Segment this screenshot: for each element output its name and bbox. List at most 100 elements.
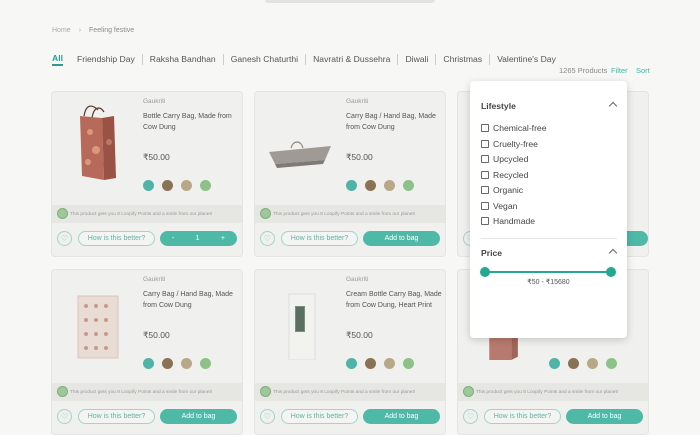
filter-panel: Lifestyle Chemical-free Cruelty-free Upc… [470, 81, 627, 338]
heart-icon[interactable]: ♡ [463, 409, 478, 424]
price-slider-max-handle[interactable] [606, 267, 616, 277]
sort-button[interactable]: Sort [636, 66, 650, 75]
add-to-bag-button[interactable]: Add to bag [363, 409, 440, 424]
tab-diwali[interactable]: Diwali [398, 54, 437, 65]
filter-option-organic[interactable]: Organic [481, 185, 523, 195]
eco-badge-icon [384, 180, 395, 191]
quantity-value: 1 [195, 235, 200, 242]
product-price: ₹50.00 [346, 152, 373, 162]
heart-icon[interactable]: ♡ [260, 231, 275, 246]
product-title[interactable]: Bottle Carry Bag, Made from Cow Dung [143, 111, 239, 133]
tab-ganesh-chaturthi[interactable]: Ganesh Chaturthi [224, 54, 307, 65]
price-slider-track[interactable] [485, 271, 611, 273]
product-image[interactable] [62, 102, 132, 182]
eco-badge-icon [346, 358, 357, 369]
option-label: Recycled [493, 170, 529, 180]
product-title[interactable]: Cream Bottle Carry Bag, Made from Cow Du… [346, 289, 442, 311]
product-card[interactable]: Gaukriti Bottle Carry Bag, Made from Cow… [51, 91, 243, 257]
product-card[interactable]: Gaukriti Cream Bottle Carry Bag, Made fr… [254, 269, 446, 435]
filter-option-cruelty-free[interactable]: Cruelty-free [481, 139, 538, 149]
how-is-this-better-button[interactable]: How is this better? [78, 409, 155, 424]
chevron-up-icon[interactable] [608, 101, 618, 111]
eco-badge-icon [200, 180, 211, 191]
eco-badge-icon [181, 180, 192, 191]
product-price: ₹50.00 [143, 152, 170, 162]
breadcrumb: Home › Feeling festive [52, 27, 134, 34]
tab-christmas[interactable]: Christmas [436, 54, 491, 65]
tab-friendship-day[interactable]: Friendship Day [70, 54, 143, 65]
how-is-this-better-button[interactable]: How is this better? [281, 409, 358, 424]
decrease-button[interactable]: - [172, 235, 174, 242]
product-brand: Gaukriti [143, 276, 166, 283]
price-title[interactable]: Price [481, 248, 502, 258]
how-is-this-better-button[interactable]: How is this better? [484, 409, 561, 424]
heart-icon[interactable]: ♡ [260, 409, 275, 424]
product-image[interactable] [62, 280, 132, 360]
filter-option-vegan[interactable]: Vegan [481, 201, 517, 211]
product-count: 1265 Products [559, 66, 608, 75]
increase-button[interactable]: + [221, 235, 225, 242]
checkbox[interactable] [481, 217, 489, 225]
add-to-bag-button[interactable]: Add to bag [160, 409, 237, 424]
tab-valentines-day[interactable]: Valentine's Day [490, 54, 563, 65]
tab-navratri-dussehra[interactable]: Navratri & Dussehra [306, 54, 399, 65]
option-label: Handmade [493, 216, 536, 226]
filter-option-chemical-free[interactable]: Chemical-free [481, 123, 547, 133]
eco-badge-icon [384, 358, 395, 369]
loopify-points-note: This product gets you 8 Loopify Points a… [52, 383, 242, 401]
eco-badge-icon [200, 358, 211, 369]
eco-badge-icon [365, 180, 376, 191]
divider [481, 238, 617, 239]
points-text: This product gets you 8 Loopify Points a… [273, 211, 416, 217]
price-slider-min-handle[interactable] [480, 267, 490, 277]
globe-icon [463, 386, 474, 397]
product-title[interactable]: Carry Bag / Hand Bag, Made from Cow Dung [346, 111, 442, 133]
product-price: ₹50.00 [143, 330, 170, 340]
filter-option-recycled[interactable]: Recycled [481, 170, 528, 180]
product-image[interactable] [265, 280, 335, 360]
points-text: This product gets you 8 Loopify Points a… [70, 211, 213, 217]
breadcrumb-current: Feeling festive [89, 27, 135, 34]
breadcrumb-home[interactable]: Home [52, 27, 71, 34]
eco-badges [143, 180, 211, 191]
eco-badges [143, 358, 211, 369]
heart-icon[interactable]: ♡ [57, 409, 72, 424]
tab-raksha-bandhan[interactable]: Raksha Bandhan [143, 54, 224, 65]
option-label: Cruelty-free [493, 139, 538, 149]
checkbox[interactable] [481, 155, 489, 163]
product-brand: Gaukriti [143, 98, 166, 105]
lifestyle-title[interactable]: Lifestyle [481, 101, 516, 111]
how-is-this-better-button[interactable]: How is this better? [281, 231, 358, 246]
product-card[interactable]: Gaukriti Carry Bag / Hand Bag, Made from… [51, 269, 243, 435]
filter-button[interactable]: Filter [611, 66, 628, 75]
product-card[interactable]: Gaukriti Carry Bag / Hand Bag, Made from… [254, 91, 446, 257]
tab-all[interactable]: All [52, 53, 63, 66]
add-to-bag-button[interactable]: Add to bag [566, 409, 643, 424]
eco-badges [346, 358, 414, 369]
add-to-bag-button[interactable]: Add to bag [363, 231, 440, 246]
product-price: ₹50.00 [346, 330, 373, 340]
checkbox[interactable] [481, 186, 489, 194]
checkbox[interactable] [481, 140, 489, 148]
product-title[interactable]: Carry Bag / Hand Bag, Made from Cow Dung [143, 289, 239, 311]
globe-icon [57, 386, 68, 397]
eco-badge-icon [143, 358, 154, 369]
checkbox[interactable] [481, 202, 489, 210]
eco-badge-icon [403, 180, 414, 191]
option-label: Chemical-free [493, 123, 547, 133]
category-tabs: All Friendship Day Raksha Bandhan Ganesh… [52, 53, 563, 66]
checkbox[interactable] [481, 124, 489, 132]
chevron-up-icon[interactable] [608, 248, 618, 258]
heart-icon[interactable]: ♡ [57, 231, 72, 246]
checkbox[interactable] [481, 171, 489, 179]
eco-badge-icon [162, 358, 173, 369]
product-image[interactable] [265, 102, 335, 182]
globe-icon [260, 386, 271, 397]
how-is-this-better-button[interactable]: How is this better? [78, 231, 155, 246]
loopify-points-note: This product gets you 8 Loopify Points a… [52, 205, 242, 223]
filter-option-upcycled[interactable]: Upcycled [481, 154, 528, 164]
eco-badge-icon [346, 180, 357, 191]
eco-badge-icon [181, 358, 192, 369]
filter-option-handmade[interactable]: Handmade [481, 216, 535, 226]
eco-badges [549, 358, 617, 369]
